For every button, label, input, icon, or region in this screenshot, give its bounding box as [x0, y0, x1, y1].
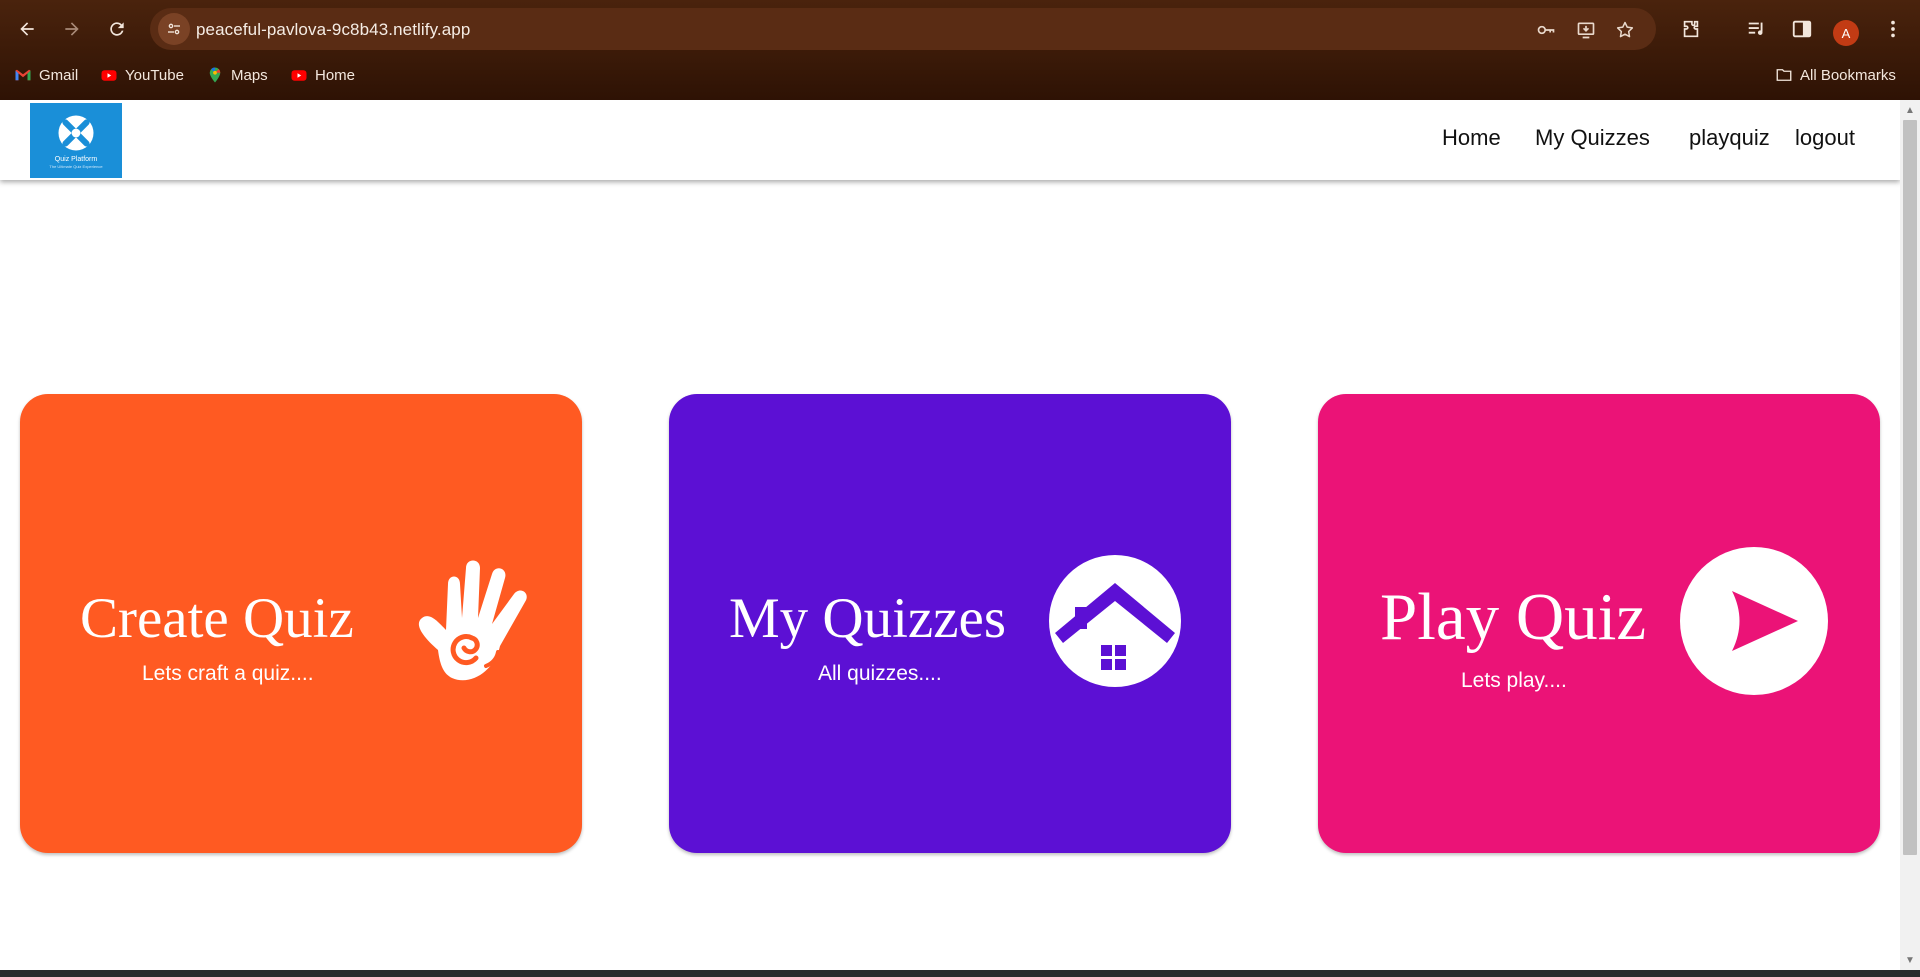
browser-toolbar: peaceful-pavlova-9c8b43.netlify.app A — [0, 6, 1920, 50]
bookmark-maps[interactable]: Maps — [206, 64, 268, 86]
media-queue-icon[interactable] — [1742, 14, 1772, 44]
bookmark-star-icon[interactable] — [1613, 18, 1637, 42]
bookmark-home[interactable]: Home — [290, 64, 355, 86]
forward-button[interactable] — [55, 12, 89, 46]
all-bookmarks-button[interactable]: All Bookmarks — [1775, 64, 1896, 86]
logo-mark-icon — [58, 115, 94, 151]
back-button[interactable] — [10, 12, 44, 46]
reload-icon — [110, 22, 124, 36]
gmail-icon — [14, 66, 32, 84]
scrollbar-thumb[interactable] — [1903, 120, 1917, 855]
side-panel-icon[interactable] — [1787, 14, 1817, 44]
play-icon — [1680, 547, 1828, 695]
card-subtitle: Lets play.... — [1461, 669, 1567, 692]
my-quizzes-card[interactable]: My Quizzes All quizzes.... — [669, 394, 1231, 853]
more-menu-icon[interactable] — [1878, 14, 1908, 44]
maps-icon — [206, 66, 224, 84]
scroll-up-arrow-icon[interactable]: ▲ — [1904, 104, 1916, 116]
card-title: My Quizzes — [729, 587, 1007, 650]
hand-icon — [418, 560, 527, 681]
youtube-icon — [100, 66, 118, 84]
folder-icon — [1775, 66, 1793, 84]
nav-logout[interactable]: logout — [1795, 125, 1855, 155]
app-header: Quiz Platform The Ultimate Quiz Experien… — [0, 100, 1900, 180]
install-app-icon[interactable] — [1574, 18, 1598, 42]
vertical-scrollbar[interactable]: ▲ ▼ — [1900, 100, 1920, 970]
tune-icon — [168, 23, 180, 35]
scroll-down-arrow-icon[interactable]: ▼ — [1904, 954, 1916, 966]
create-quiz-card[interactable]: Create Quiz Lets craft a quiz.... — [20, 394, 582, 853]
nav-home[interactable]: Home — [1442, 125, 1501, 155]
nav-my-quizzes[interactable]: My Quizzes — [1535, 125, 1650, 155]
reload-button[interactable] — [100, 12, 134, 46]
arrow-left-icon — [20, 22, 34, 36]
bookmark-youtube[interactable]: YouTube — [100, 64, 184, 86]
arrow-right-icon — [65, 22, 79, 36]
url-text: peaceful-pavlova-9c8b43.netlify.app — [196, 20, 471, 39]
card-title: Play Quiz — [1380, 580, 1647, 654]
bookmark-gmail[interactable]: Gmail — [14, 64, 78, 86]
password-key-icon[interactable] — [1534, 18, 1558, 42]
home-icon — [1049, 555, 1181, 687]
extensions-icon[interactable] — [1676, 14, 1706, 44]
browser-chrome: peaceful-pavlova-9c8b43.netlify.app A Gm… — [0, 0, 1920, 100]
quiz-platform-logo[interactable]: Quiz Platform The Ultimate Quiz Experien… — [30, 103, 122, 178]
nav-playquiz[interactable]: playquiz — [1689, 125, 1770, 155]
card-subtitle: Lets craft a quiz.... — [142, 662, 314, 685]
address-bar[interactable]: peaceful-pavlova-9c8b43.netlify.app — [150, 8, 1656, 50]
youtube-icon — [290, 66, 308, 84]
page-viewport: Quiz Platform The Ultimate Quiz Experien… — [0, 100, 1900, 970]
play-quiz-card[interactable]: Play Quiz Lets play.... — [1318, 394, 1880, 853]
site-info-button[interactable] — [158, 13, 190, 45]
card-title: Create Quiz — [80, 587, 354, 650]
card-subtitle: All quizzes.... — [818, 662, 942, 685]
bookmarks-bar: Gmail YouTube Maps Home All Bookmarks — [0, 60, 1920, 88]
profile-avatar[interactable]: A — [1833, 20, 1859, 46]
taskbar-edge — [0, 970, 1920, 977]
